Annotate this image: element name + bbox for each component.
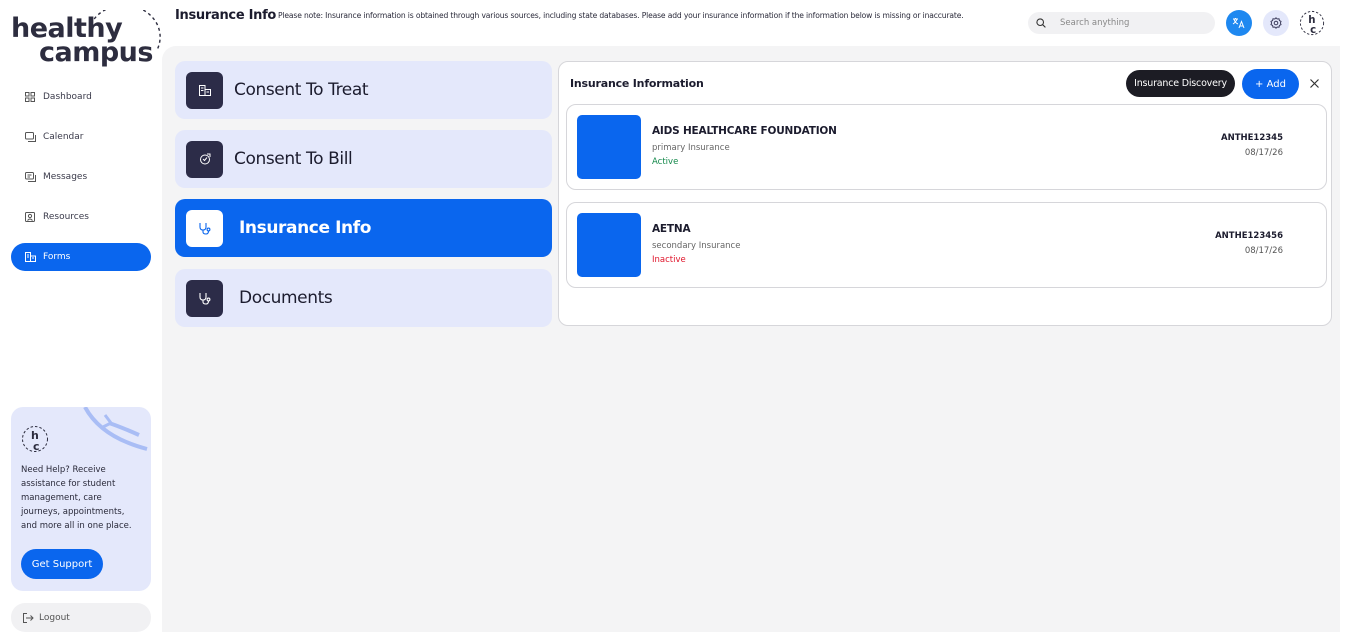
insurance-date: 08/17/26 (1244, 246, 1283, 256)
help-card: h c Need Help? Receive assistance for st… (11, 407, 151, 591)
sidebar-nav: Dashboard Calendar Messages Resources Fo… (11, 83, 151, 283)
main-content: Consent To Treat Consent To Bill Insuran… (162, 46, 1340, 632)
insurance-logo (577, 213, 641, 277)
close-icon (1309, 78, 1319, 88)
building-icon (186, 71, 223, 109)
form-card-consent-to-treat[interactable]: Consent To Treat (175, 61, 552, 119)
chat-icon (24, 171, 36, 183)
form-card-documents[interactable]: Documents (175, 269, 552, 327)
insurance-panel: Insurance Information Insurance Discover… (558, 61, 1332, 326)
member-id: ANTHE12345 (1221, 133, 1283, 143)
stethoscope-icon (186, 279, 223, 317)
sidebar-item-label: Dashboard (43, 92, 92, 102)
insurance-status: Inactive (652, 255, 686, 265)
insurance-type: secondary Insurance (652, 241, 741, 251)
add-insurance-button[interactable]: + Add (1242, 69, 1299, 99)
form-card-label: Insurance Info (239, 218, 372, 238)
logo-line-2: campus (39, 37, 153, 68)
building-icon (24, 251, 36, 263)
insurance-name: AETNA (652, 223, 691, 235)
logout-icon (23, 612, 34, 623)
svg-text:c: c (1310, 25, 1316, 36)
logout-button[interactable]: Logout (11, 603, 151, 632)
calendar-icon (24, 131, 36, 143)
hc-avatar-icon: h c (1299, 10, 1325, 36)
stethoscope-icon (186, 209, 223, 247)
gear-icon (1270, 17, 1282, 29)
sidebar-item-label: Messages (43, 172, 88, 182)
top-bar: Insurance Info Please note: Insurance in… (162, 0, 1349, 46)
sidebar-item-resources[interactable]: Resources (11, 203, 151, 231)
settings-button[interactable] (1263, 10, 1289, 36)
get-support-button[interactable]: Get Support (21, 549, 103, 579)
insurance-card[interactable]: AETNA secondary Insurance Inactive ANTHE… (566, 202, 1327, 288)
form-card-consent-to-bill[interactable]: Consent To Bill (175, 130, 552, 188)
page-title: Insurance Info (175, 8, 277, 23)
form-card-insurance-info[interactable]: Insurance Info (175, 199, 552, 257)
insurance-type: primary Insurance (652, 143, 730, 153)
search-bar[interactable] (1028, 12, 1215, 34)
sidebar-item-label: Forms (43, 252, 71, 262)
sidebar-item-messages[interactable]: Messages (11, 163, 151, 191)
grid-icon (24, 91, 36, 103)
decorative-arrows-icon (83, 407, 148, 451)
search-icon (1036, 18, 1046, 28)
member-id: ANTHE123456 (1215, 231, 1283, 241)
hc-logo-icon: h c (22, 426, 48, 453)
svg-text:c: c (33, 440, 40, 453)
insurance-name: AIDS HEALTHCARE FOUNDATION (652, 125, 837, 137)
sidebar-item-calendar[interactable]: Calendar (11, 123, 151, 151)
sidebar: healthy campus Dashboard Calendar Messag… (0, 0, 162, 632)
insurance-date: 08/17/26 (1244, 148, 1283, 158)
logout-label: Logout (39, 612, 70, 623)
close-button[interactable] (1306, 75, 1322, 91)
sidebar-item-label: Resources (43, 212, 89, 222)
bill-icon (186, 140, 223, 178)
book-icon (24, 211, 36, 223)
help-text: Need Help? Receive assistance for studen… (21, 465, 132, 531)
search-input[interactable] (1060, 18, 1200, 28)
insurance-discovery-button[interactable]: Insurance Discovery (1126, 70, 1235, 97)
user-avatar[interactable]: h c (1299, 10, 1325, 36)
insurance-logo (577, 115, 641, 179)
form-card-label: Consent To Bill (234, 149, 353, 169)
insurance-notice: Please note: Insurance information is ob… (278, 11, 964, 20)
sidebar-item-label: Calendar (43, 132, 84, 142)
sidebar-item-dashboard[interactable]: Dashboard (11, 83, 151, 111)
sidebar-item-forms[interactable]: Forms (11, 243, 151, 271)
logo[interactable]: healthy campus (11, 10, 161, 68)
insurance-card[interactable]: AIDS HEALTHCARE FOUNDATION primary Insur… (566, 104, 1327, 190)
translate-icon (1232, 18, 1245, 29)
form-card-label: Consent To Treat (234, 80, 369, 100)
form-card-label: Documents (239, 288, 333, 308)
panel-title: Insurance Information (570, 77, 704, 90)
insurance-status: Active (652, 157, 679, 167)
translate-button[interactable] (1226, 10, 1252, 36)
